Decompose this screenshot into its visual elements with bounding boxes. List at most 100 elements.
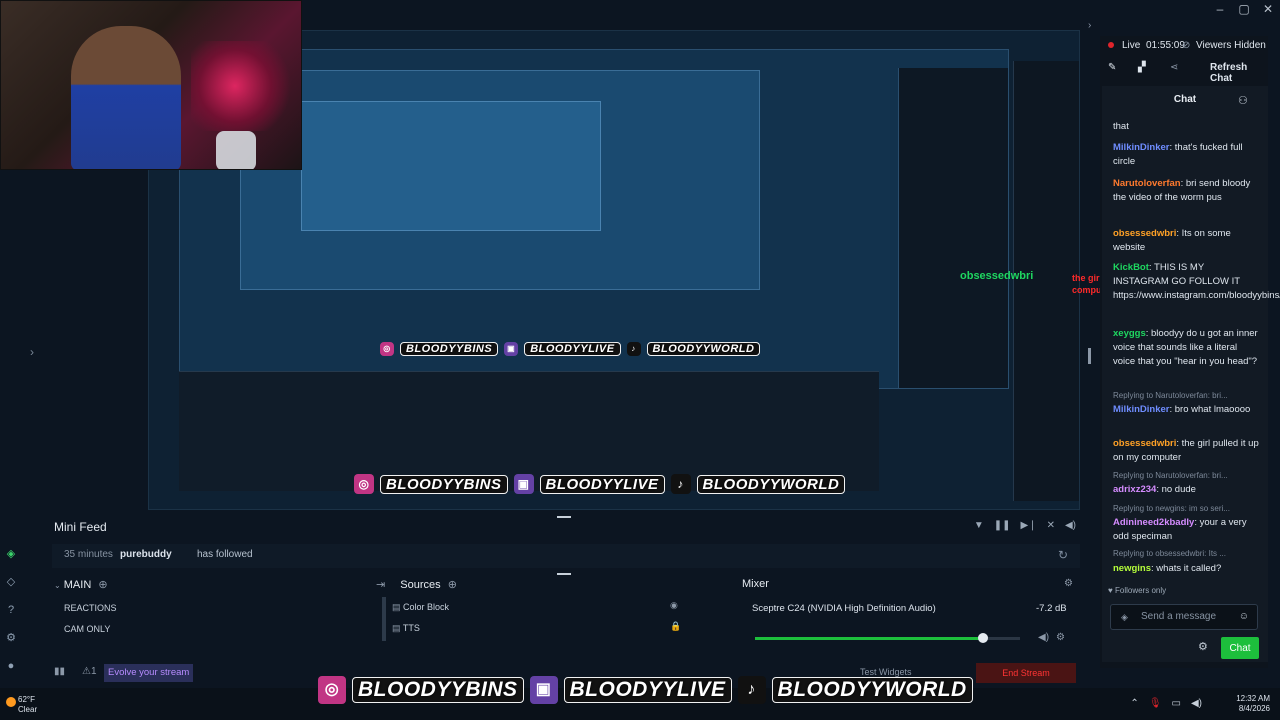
chat-text: : whats it called? — [1151, 563, 1222, 574]
nested-chat-panel — [898, 68, 1008, 388]
volume-knob[interactable] — [977, 633, 988, 643]
clock-date: 8/4/2026 — [1238, 704, 1270, 713]
mixer-settings-icon[interactable]: ⚙ — [1064, 578, 1073, 589]
live-time: 01:55:09 — [1146, 40, 1185, 51]
expand-arrow-icon[interactable]: › — [30, 345, 34, 359]
help-icon[interactable]: ? — [0, 596, 22, 624]
visibility-icon[interactable]: ◉ — [670, 600, 678, 611]
chat-alert-overlay: obsessedwbri — [960, 270, 1033, 282]
chat-input[interactable]: ◈ Send a message ☺ — [1110, 604, 1258, 630]
clip-icon[interactable]: ▞ — [1138, 62, 1146, 73]
maximize-icon[interactable]: ▢ — [1232, 0, 1256, 18]
share-icon[interactable]: ⋖ — [1170, 62, 1178, 73]
clock[interactable]: 12:32 AM 8/4/2026 — [1236, 694, 1270, 714]
feed-user: purebuddy — [120, 549, 172, 560]
chat-panel: Chat ⚇ that MilkinDinker: that's fucked f… — [1102, 86, 1280, 662]
skip-icon[interactable]: ▶❘ — [1021, 520, 1037, 531]
weather-sun-icon[interactable] — [6, 697, 16, 707]
scene-item[interactable]: CAM ONLY — [54, 619, 384, 639]
chat-users-icon[interactable]: ⚇ — [1238, 94, 1248, 107]
reply-context: Replying to Narutoloverfan: bri... — [1113, 471, 1228, 480]
stream-status-bar: Live 01:55:09 ⊘ Viewers Hidden ✎ ▞ ⋖ Ref… — [1100, 40, 1270, 84]
stats-icon[interactable]: ▮▮ — [54, 666, 65, 677]
evolve-button[interactable]: Evolve your stream — [104, 664, 194, 682]
nested-editor-panels — [179, 371, 879, 491]
sources-title-row: ⇥ Sources ⊕ — [376, 578, 457, 591]
source-item[interactable]: ▤ TTS — [392, 618, 420, 638]
add-scene-icon[interactable]: ⊕ — [98, 579, 107, 591]
chat-collapse-icon[interactable]: › — [1088, 20, 1091, 31]
pause-icon[interactable]: ❚❚ — [994, 520, 1011, 531]
twitch-icon: ▣ — [529, 676, 558, 704]
followers-only-label: Followers only — [1114, 586, 1167, 595]
source-split-icon[interactable]: ⇥ — [376, 579, 385, 591]
nested-preview-deep — [301, 101, 601, 231]
instagram-icon: ◎ — [354, 474, 374, 494]
mic-icon[interactable]: 🎙 — [1149, 698, 1162, 709]
heart-icon: ♥ — [1108, 586, 1113, 595]
themes-icon[interactable]: ◇ — [0, 568, 22, 596]
chat-username[interactable]: obsessedwbri — [1113, 438, 1176, 449]
tiktok-icon: ♪ — [670, 474, 691, 494]
chat-username[interactable]: newgins — [1113, 563, 1151, 574]
streamer — [71, 26, 181, 169]
mute-alerts-icon[interactable]: ✕ — [1047, 520, 1055, 531]
chat-alert-user: obsessedwbri — [960, 270, 1034, 282]
chat-username[interactable]: MilkinDinker — [1113, 404, 1170, 415]
speaker-icon[interactable]: ◀) — [1038, 632, 1049, 643]
sources-title: Sources — [400, 579, 441, 591]
audio-settings-icon[interactable]: ⚙ — [1056, 632, 1065, 643]
end-stream-button[interactable]: End Stream — [976, 663, 1076, 683]
close-icon[interactable]: ✕ — [1256, 0, 1280, 18]
collapse-icon[interactable]: ⌄ — [54, 581, 61, 590]
twitch-handle: BLOODYYLIVE — [563, 677, 732, 703]
network-icon[interactable]: ▭ — [1172, 698, 1181, 709]
scene-item[interactable]: REACTIONS — [54, 598, 384, 618]
chat-username[interactable]: obsessedwbri — [1113, 228, 1176, 239]
chat-username[interactable]: Narutoloverfan — [1113, 178, 1181, 189]
sources-panel: ⇥ Sources ⊕ ▤ Color Block ▤ TTS ◉ 🔒 — [372, 575, 732, 655]
volume-icon[interactable]: ◀) — [1065, 520, 1076, 531]
hidden-eye-icon: ⊘ — [1182, 40, 1191, 51]
weather-widget[interactable]: 62°F Clear — [18, 695, 37, 715]
feed-row: 35 minutes purebuddy has followed ↻ — [52, 544, 1080, 568]
refresh-chat-button[interactable]: Refresh Chat — [1210, 62, 1270, 84]
reply-context: Replying to newgins: im so seri... — [1113, 504, 1230, 513]
chat-resize-handle[interactable] — [1088, 348, 1091, 364]
add-source-icon[interactable]: ⊕ — [448, 579, 457, 591]
tiktok-handle: BLOODYYWORLD — [646, 342, 761, 356]
source-label: TTS — [402, 623, 420, 633]
chat-message: KickBot: THIS IS MY INSTAGRAM GO FOLLOW … — [1113, 261, 1280, 303]
alert-icon[interactable]: ⚠1 — [82, 666, 97, 677]
tiktok-icon: ♪ — [626, 342, 641, 356]
lock-icon[interactable]: 🔒 — [670, 621, 681, 632]
chat-username[interactable]: xeyggs — [1113, 328, 1146, 339]
chat-username[interactable]: KickBot — [1113, 262, 1149, 273]
speaker-icon[interactable]: ◀) — [1191, 698, 1202, 709]
nested-preview-inner — [240, 70, 760, 290]
scene-collection-title: MAIN — [63, 579, 92, 591]
chat-message: xeyggs: bloodyy do u got an inner voice … — [1113, 327, 1261, 369]
settings-icon[interactable]: ⚙ — [0, 624, 22, 652]
source-item[interactable]: ▤ Color Block — [392, 597, 449, 617]
chat-username[interactable]: adrixz234 — [1113, 484, 1156, 495]
volume-slider[interactable] — [755, 633, 1020, 643]
source-type-icon: ▤ — [392, 623, 401, 633]
chat-settings-icon[interactable]: ◈ — [1121, 605, 1128, 629]
send-chat-button[interactable]: Chat — [1221, 637, 1259, 659]
filter-icon[interactable]: ▼ — [974, 520, 984, 531]
tiktok-icon: ♪ — [737, 676, 766, 704]
chevron-up-icon[interactable]: ⌃ — [1130, 698, 1138, 709]
chat-username[interactable]: Adinineed2kbadly — [1113, 517, 1194, 528]
chat-username[interactable]: MilkinDinker — [1113, 142, 1170, 153]
replay-icon[interactable]: ↻ — [1058, 548, 1068, 562]
social-overlay-mid: ◎ BLOODYYBINS ▣ BLOODYYLIVE ♪ BLOODYYWOR… — [354, 474, 846, 494]
emote-icon[interactable]: ☺ — [1239, 605, 1249, 629]
profile-icon[interactable]: ● — [0, 652, 22, 680]
viewer-count[interactable]: Viewers Hidden — [1196, 40, 1266, 51]
edit-icon[interactable]: ✎ — [1108, 62, 1116, 73]
chat-options-icon[interactable]: ⚙ — [1198, 640, 1208, 653]
dashboard-icon[interactable]: ◈ — [0, 540, 22, 568]
chat-message: that — [1113, 120, 1261, 134]
minimize-icon[interactable]: – — [1208, 0, 1232, 18]
